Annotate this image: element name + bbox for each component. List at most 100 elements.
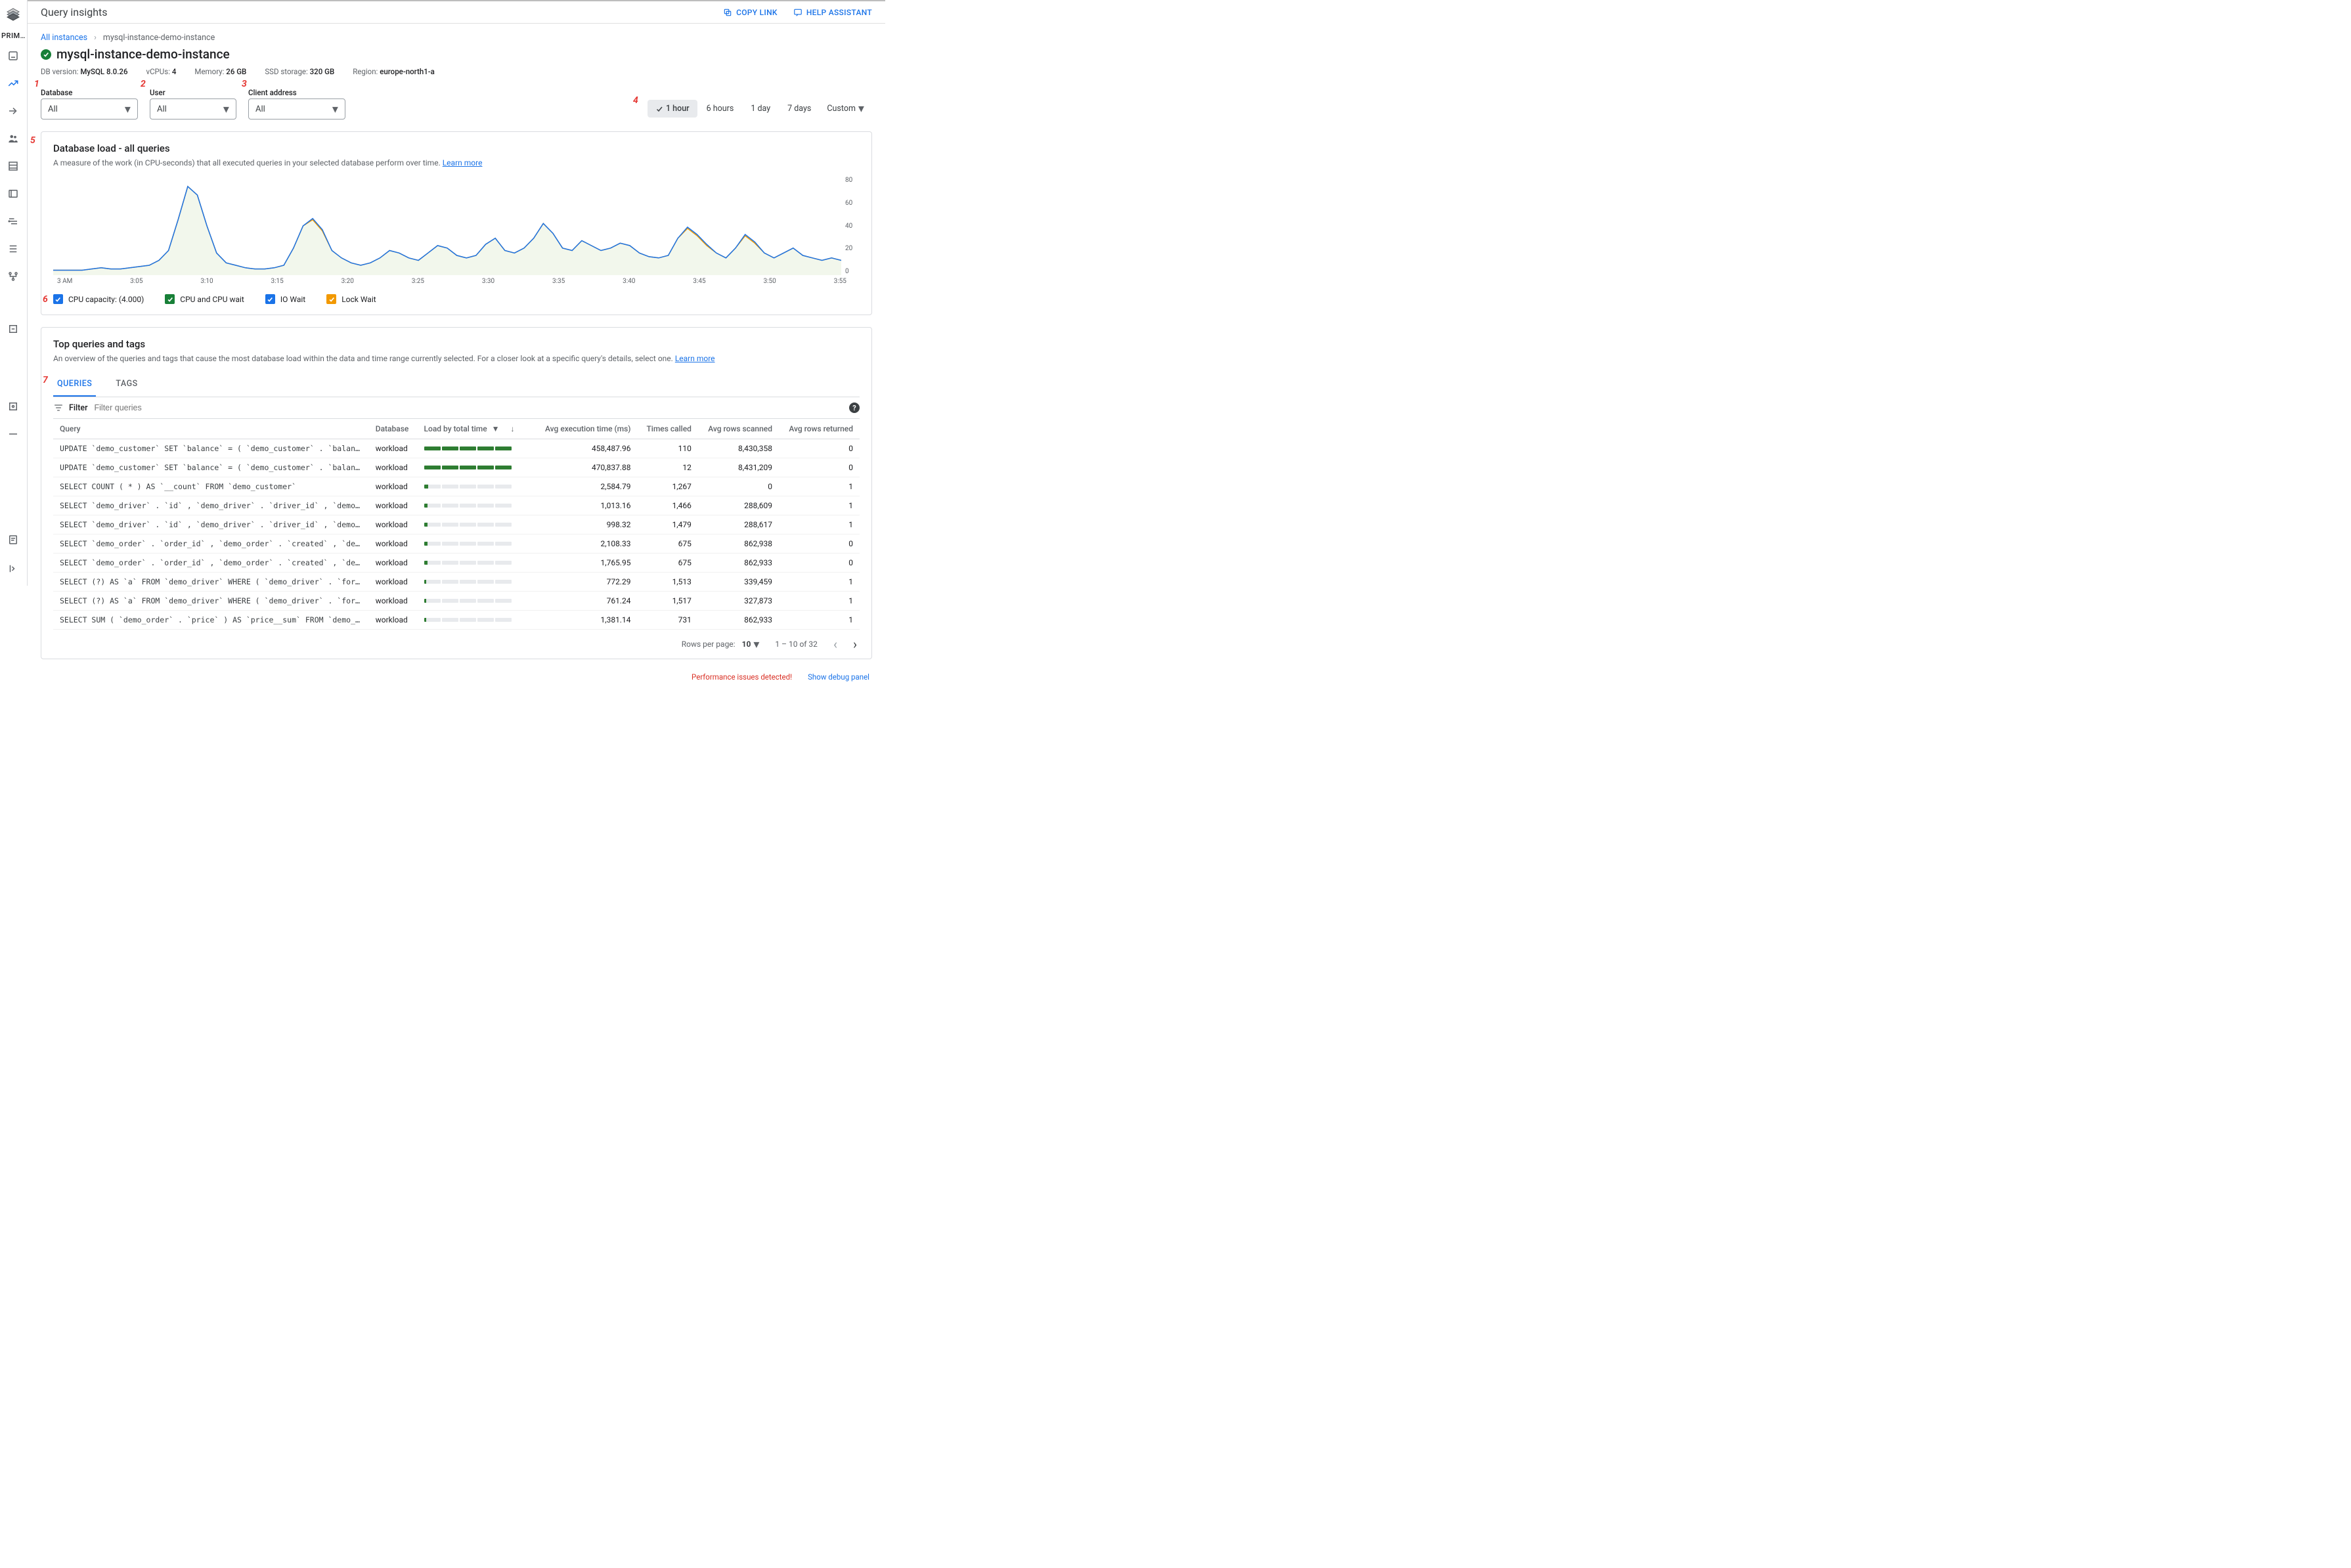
filter-client-select[interactable]: All ▾: [248, 98, 345, 120]
sidebar: PRIM…: [0, 0, 28, 586]
col-scanned[interactable]: Avg rows scanned: [698, 419, 779, 439]
col-returned[interactable]: Avg rows returned: [779, 419, 860, 439]
caret-down-icon: ▾: [332, 102, 338, 116]
sidebar-item-insights[interactable]: [3, 73, 24, 94]
cell-returned: 0: [779, 534, 860, 554]
caret-down-icon: ▾: [223, 102, 229, 116]
copy-link-button[interactable]: COPY LINK: [723, 8, 778, 17]
filter-client-label: Client address: [248, 88, 345, 97]
cell-database: workload: [369, 477, 418, 496]
cell-exec: 2,108.33: [534, 534, 637, 554]
page-title: Query insights: [41, 6, 108, 18]
col-query[interactable]: Query: [53, 419, 369, 439]
cell-database: workload: [369, 573, 418, 592]
table-row[interactable]: UPDATE `demo_customer` SET `balance` = (…: [53, 439, 860, 458]
col-exec[interactable]: Avg execution time (ms): [534, 419, 637, 439]
help-assistant-button[interactable]: HELP ASSISTANT: [793, 8, 872, 17]
checkbox-icon: [165, 294, 175, 304]
cell-query: SELECT `demo_driver` . `id` , `demo_driv…: [53, 515, 369, 534]
breadcrumb: All instances › mysql-instance-demo-inst…: [41, 33, 872, 43]
cell-exec: 470,837.88: [534, 458, 637, 477]
caret-down-icon: ▾: [125, 102, 131, 116]
cell-load: [418, 496, 535, 515]
sidebar-item-operations[interactable]: [3, 238, 24, 259]
legend-item[interactable]: CPU capacity: (4.000): [53, 294, 144, 304]
sidebar-item-backups[interactable]: [3, 183, 24, 204]
table-row[interactable]: SELECT SUM ( `demo_order` . `price` ) AS…: [53, 611, 860, 630]
help-icon[interactable]: ?: [849, 403, 860, 413]
learn-more-link[interactable]: Learn more: [675, 354, 715, 363]
time-range-option[interactable]: 6 hours: [699, 100, 742, 118]
cell-called: 675: [637, 534, 697, 554]
cell-called: 12: [637, 458, 697, 477]
filter-input[interactable]: [93, 403, 844, 413]
sidebar-collapse-toggle[interactable]: [3, 558, 24, 579]
legend-item[interactable]: IO Wait: [265, 294, 305, 304]
learn-more-link[interactable]: Learn more: [443, 158, 483, 167]
cell-load: [418, 458, 535, 477]
breadcrumb-parent[interactable]: All instances: [41, 33, 87, 43]
table-row[interactable]: SELECT `demo_driver` . `id` , `demo_driv…: [53, 496, 860, 515]
cell-returned: 0: [779, 439, 860, 458]
cell-scanned: 288,617: [698, 515, 779, 534]
time-range-option[interactable]: 1 day: [743, 100, 778, 118]
cell-called: 1,517: [637, 592, 697, 611]
cell-called: 110: [637, 439, 697, 458]
cell-returned: 1: [779, 496, 860, 515]
sidebar-item-instances[interactable]: [3, 45, 24, 66]
cell-called: 1,479: [637, 515, 697, 534]
filter-database-select[interactable]: All ▾: [41, 98, 138, 120]
time-range-custom[interactable]: Custom ▾: [819, 98, 872, 120]
cell-query: SELECT SUM ( `demo_order` . `price` ) AS…: [53, 611, 369, 630]
tab-tags[interactable]: TAGS: [112, 372, 141, 397]
sidebar-item-databases[interactable]: [3, 156, 24, 177]
chat-icon: [793, 8, 802, 17]
table-row[interactable]: SELECT COUNT ( * ) AS `__count` FROM `de…: [53, 477, 860, 496]
show-debug-panel[interactable]: Show debug panel: [808, 672, 869, 682]
sidebar-item-users[interactable]: [3, 128, 24, 149]
pager-prev[interactable]: ‹: [833, 636, 837, 652]
cell-scanned: 339,459: [698, 573, 779, 592]
card-title: Top queries and tags: [53, 338, 860, 350]
chart-x-axis: 3 AM3:053:103:153:203:253:303:353:403:45…: [53, 278, 860, 285]
sidebar-item-connections[interactable]: [3, 266, 24, 287]
table-row[interactable]: SELECT `demo_order` . `order_id` , `demo…: [53, 534, 860, 554]
legend-item[interactable]: Lock Wait: [326, 294, 376, 304]
time-range-option[interactable]: 1 hour: [648, 100, 697, 118]
caret-down-icon: ▾: [753, 638, 759, 651]
cell-scanned: 862,938: [698, 534, 779, 554]
legend-item[interactable]: CPU and CPU wait: [165, 294, 244, 304]
sidebar-item-replicas[interactable]: [3, 211, 24, 232]
col-database[interactable]: Database: [369, 419, 418, 439]
table-row[interactable]: SELECT (?) AS `a` FROM `demo_driver` WHE…: [53, 592, 860, 611]
checkbox-icon: [53, 294, 63, 304]
pager-next[interactable]: ›: [853, 636, 857, 652]
product-logo[interactable]: [3, 4, 23, 24]
col-load[interactable]: Load by total time ▼ ↓: [418, 419, 535, 439]
sidebar-item-release-notes[interactable]: [3, 529, 24, 550]
filter-database-label: Database: [41, 88, 138, 97]
sidebar-item-more2[interactable]: [3, 396, 24, 417]
table-row[interactable]: UPDATE `demo_customer` SET `balance` = (…: [53, 458, 860, 477]
database-load-card: Database load - all queries A measure of…: [41, 131, 872, 315]
pager-range: 1 – 10 of 32: [775, 640, 818, 649]
filter-user-select[interactable]: All ▾: [150, 98, 236, 120]
cell-database: workload: [369, 439, 418, 458]
sidebar-item-import[interactable]: [3, 100, 24, 121]
time-range-option[interactable]: 7 days: [780, 100, 819, 118]
rows-per-page-select[interactable]: 10 ▾: [742, 638, 760, 651]
sidebar-item-more3[interactable]: [3, 424, 24, 445]
table-row[interactable]: SELECT (?) AS `a` FROM `demo_driver` WHE…: [53, 573, 860, 592]
col-called[interactable]: Times called: [637, 419, 697, 439]
cell-exec: 1,013.16: [534, 496, 637, 515]
cell-returned: 1: [779, 515, 860, 534]
table-row[interactable]: SELECT `demo_driver` . `id` , `demo_driv…: [53, 515, 860, 534]
cell-query: SELECT `demo_order` . `order_id` , `demo…: [53, 534, 369, 554]
sidebar-item-more1[interactable]: [3, 318, 24, 339]
tab-queries[interactable]: QUERIES: [53, 372, 96, 397]
table-row[interactable]: SELECT `demo_order` . `order_id` , `demo…: [53, 554, 860, 573]
cell-database: workload: [369, 534, 418, 554]
cell-scanned: 8,430,358: [698, 439, 779, 458]
database-load-chart: [53, 177, 841, 275]
checkbox-icon: [326, 294, 336, 304]
